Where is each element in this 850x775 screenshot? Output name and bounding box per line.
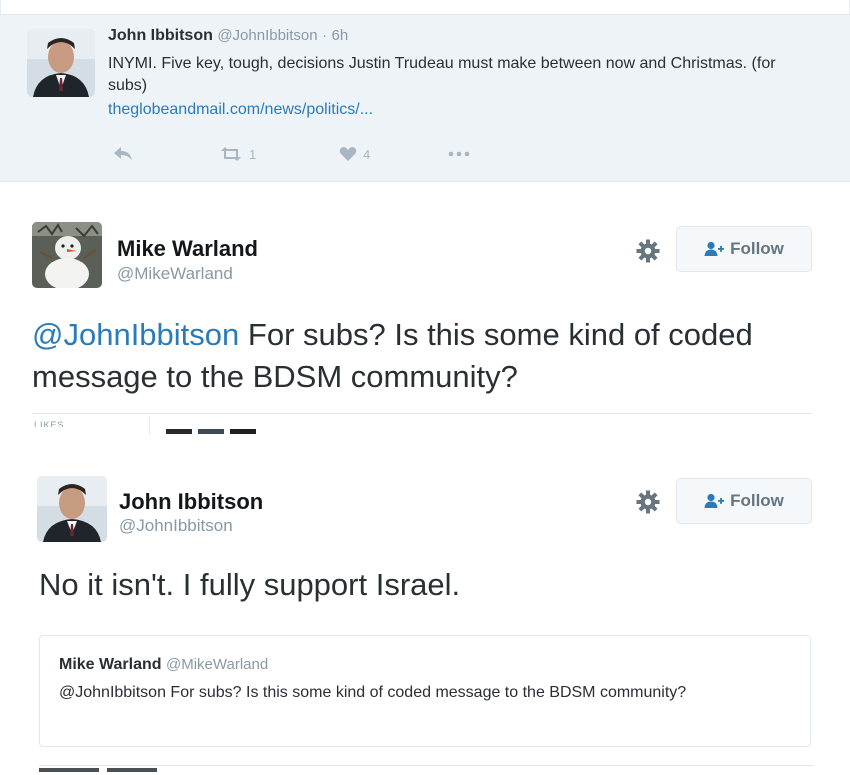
more-button[interactable] [448,143,470,165]
tweet-compact[interactable]: John Ibbitson @JohnIbbitson · 6h INYMI. … [0,14,850,182]
liker-avatar[interactable] [198,429,224,434]
liker-avatar[interactable] [230,429,256,434]
quoted-tweet[interactable]: Mike Warland @MikeWarland @JohnIbbitson … [39,635,811,747]
stats-fragment [39,768,99,772]
avatar-photo [32,222,102,288]
gear-icon [636,490,660,514]
follow-person-icon [704,493,725,508]
avatar-photo [27,29,95,97]
divider [39,765,814,766]
author-name[interactable]: John Ibbitson [108,27,213,44]
tweet-expanded: Mike Warland @MikeWarland Follow @JohnIb… [18,206,814,434]
quoted-author-name: Mike Warland [59,656,162,673]
more-icon [448,151,470,157]
tweet-text: INYMI. Five key, tough, decisions Justin… [108,55,776,94]
settings-button[interactable] [634,488,662,516]
likes-label: LIKES [34,420,65,427]
author-handle[interactable]: @JohnIbbitson [217,27,317,44]
follow-button[interactable]: Follow [676,478,812,524]
liker-avatar[interactable] [166,429,192,434]
dot-separator: · [322,27,328,44]
stats-bar [39,768,157,772]
gear-icon [636,239,660,263]
author-name[interactable]: John Ibbitson [119,489,263,515]
retweet-icon [221,147,241,161]
quoted-header: Mike Warland @MikeWarland [59,656,268,674]
settings-button[interactable] [634,237,662,265]
avatar[interactable] [27,29,95,97]
quoted-author-handle: @MikeWarland [166,656,269,673]
like-button[interactable]: 4 [339,143,370,165]
mention-link[interactable]: @JohnIbbitson [32,317,239,352]
author-handle[interactable]: @MikeWarland [117,264,233,284]
liker-avatars[interactable] [166,429,256,434]
avatar-photo [37,476,107,542]
tweet-text: No it isn't. I fully support Israel. [39,567,461,602]
tweet-header: John Ibbitson @JohnIbbitson · 6h [108,27,348,45]
avatar[interactable] [37,476,107,542]
like-count: 4 [363,146,371,162]
follow-label: Follow [730,491,784,510]
follow-button[interactable]: Follow [676,226,812,272]
quoted-text: @JohnIbbitson For subs? Is this some kin… [59,684,687,701]
timestamp[interactable]: 6h [332,27,349,44]
divider [32,413,812,414]
stats-fragment [107,768,157,772]
reply-icon [114,147,132,160]
author-handle[interactable]: @JohnIbbitson [119,516,233,536]
author-name[interactable]: Mike Warland [117,236,258,262]
heart-icon [339,147,357,161]
tweet-link[interactable]: theglobeandmail.com/news/politics/... [108,101,373,119]
follow-label: Follow [730,239,784,258]
tweet-expanded: John Ibbitson @JohnIbbitson Follow No it… [18,458,814,775]
follow-person-icon [704,241,725,256]
reply-button[interactable] [112,143,134,165]
avatar[interactable] [32,222,102,288]
retweet-button[interactable]: 1 [219,143,256,165]
retweet-count: 1 [249,146,257,162]
tweet-text: @JohnIbbitson For subs? Is this some kin… [32,314,792,398]
stats-divider [149,416,150,434]
